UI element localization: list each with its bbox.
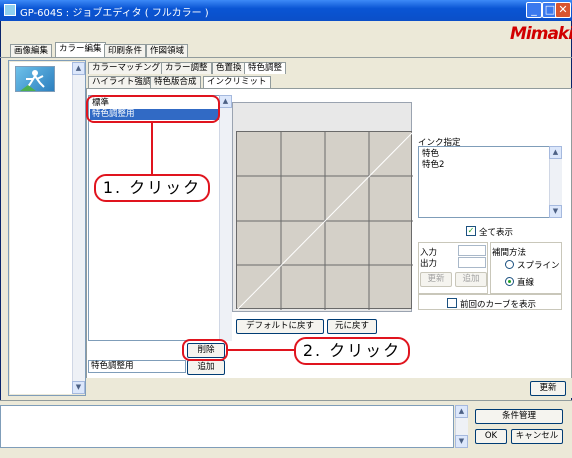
list-item[interactable]: 特色2 [420, 160, 546, 171]
tab-color-edit[interactable]: カラー編集 [55, 42, 106, 57]
step1-label: 1. クリック [94, 174, 210, 202]
tab-ink-limit[interactable]: インクリミット [203, 76, 271, 88]
step2-connector [228, 349, 296, 351]
brand-logo: Mimaki [510, 24, 572, 44]
tab-spot-color-adjust[interactable]: 特色調整 [244, 62, 287, 74]
interp-label: 補間方法 [492, 248, 527, 258]
tone-curve-graph[interactable] [236, 131, 414, 311]
prev-curve-label: 前回のカーブを表示 [460, 300, 536, 310]
scroll-up-icon[interactable]: ▲ [549, 146, 562, 159]
point-add-button[interactable]: 追加 [455, 272, 487, 287]
tab-color-matching[interactable]: カラーマッチング [88, 62, 165, 74]
scroll-down-icon[interactable]: ▼ [455, 435, 468, 448]
prev-curve-checkbox[interactable] [447, 298, 457, 308]
output-spinner[interactable] [458, 257, 486, 268]
thumbnail-scrollbar[interactable] [72, 62, 85, 394]
input-spinner[interactable] [458, 245, 486, 256]
step2-highlight [182, 339, 228, 361]
preset-list-scrollbar[interactable] [219, 95, 232, 341]
message-area[interactable] [0, 405, 454, 448]
radio-spline[interactable] [505, 260, 514, 269]
tone-curve-grid-icon [236, 131, 414, 311]
output-label: 出力 [420, 259, 438, 269]
scroll-down-icon[interactable]: ▼ [72, 381, 85, 394]
tab-color-adjust[interactable]: カラー調整 [161, 62, 212, 74]
update-button[interactable]: 更新 [530, 381, 566, 396]
show-all-checkbox[interactable]: ✓ [466, 226, 476, 236]
undo-button[interactable]: 元に戻す [327, 319, 377, 334]
window-title: GP-604S : ジョブエディタ ( フルカラー ) [20, 8, 209, 19]
radio-linear-label: 直線 [517, 278, 535, 288]
scroll-down-icon[interactable]: ▼ [549, 205, 562, 218]
tab-color-replace[interactable]: 色置換 [212, 62, 246, 74]
step1-connector [151, 122, 153, 174]
app-icon [4, 4, 16, 16]
preset-list[interactable]: 標準 特色調整用 [88, 95, 220, 341]
scroll-up-icon[interactable]: ▲ [219, 95, 232, 108]
point-update-button[interactable]: 更新 [420, 272, 452, 287]
add-button[interactable]: 追加 [187, 360, 225, 375]
tab-plot-area[interactable]: 作図領域 [146, 44, 189, 57]
ink-list[interactable]: 特色 特色2 [418, 146, 562, 218]
image-thumbnail[interactable] [15, 66, 55, 92]
scroll-up-icon[interactable]: ▲ [455, 405, 468, 418]
condition-manage-button[interactable]: 条件管理 [475, 409, 563, 424]
close-button[interactable]: ✕ [555, 2, 571, 18]
tab-spot-plate-merge[interactable]: 特色版合成 [150, 76, 201, 88]
action-bar [86, 378, 572, 398]
tab-image-edit[interactable]: 画像編集 [10, 44, 53, 57]
reset-default-button[interactable]: デフォルトに戻す [236, 319, 324, 334]
preset-name-field[interactable]: 特色調整用 [88, 360, 186, 373]
radio-spline-label: スプライン [517, 261, 560, 271]
radio-linear[interactable] [505, 277, 514, 286]
title-bar: GP-604S : ジョブエディタ ( フルカラー ) _ □ ✕ [0, 0, 572, 21]
thumbnail-list[interactable] [10, 62, 72, 394]
tab-highlight[interactable]: ハイライト強調 [88, 76, 156, 88]
list-item[interactable]: 特色 [420, 149, 546, 160]
step1-highlight [86, 95, 220, 123]
show-all-label: 全て表示 [479, 228, 514, 238]
minimize-button[interactable]: _ [526, 2, 542, 18]
scroll-up-icon[interactable]: ▲ [72, 62, 85, 75]
tab-print-conditions[interactable]: 印刷条件 [104, 44, 147, 57]
step2-label: 2. クリック [294, 337, 410, 365]
tab-divider [0, 57, 572, 58]
thumbnail-figure-icon [20, 70, 45, 91]
ok-button[interactable]: OK [475, 429, 507, 444]
cancel-button[interactable]: キャンセル [511, 429, 563, 444]
